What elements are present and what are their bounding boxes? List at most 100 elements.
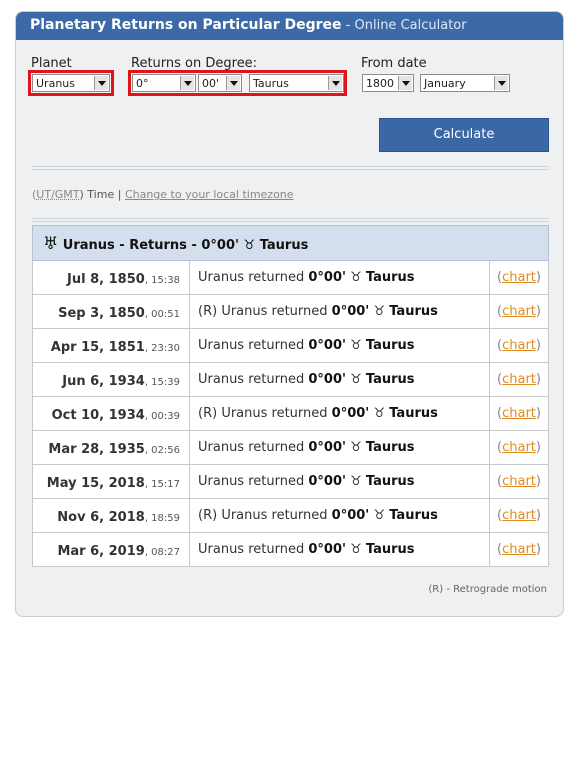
table-row: Oct 10, 1934, 00:39 (R) Uranus returned 0… [32,397,549,431]
return-text: Uranus returned [198,474,305,489]
degree-select[interactable]: 0° [132,74,196,92]
year-select-value: 1800 [366,77,394,90]
return-degree: 0°00' [331,406,370,421]
chevron-down-icon [328,76,342,90]
return-sign: Taurus [365,542,415,557]
chart-cell: (chart) [497,440,541,455]
year-select[interactable]: 1800 [362,74,414,92]
chart-cell: (chart) [497,474,541,489]
return-date: Sep 3, 1850 [58,306,145,321]
return-date: Jul 8, 1850 [67,272,145,287]
results-header: ♅ Uranus - Returns - 0°00' ♉ Taurus [32,225,549,261]
degree-select-value: 0° [136,77,149,90]
return-degree: 0°00' [308,270,346,285]
taurus-symbol-icon: ♉ [350,338,362,353]
description-cell: Uranus returned 0°00' ♉ Taurus [190,363,490,396]
timezone-line: (UT/GMT) Time | Change to your local tim… [32,188,294,201]
return-date: Mar 6, 2019 [57,544,145,559]
table-row: May 15, 2018, 15:17 Uranus returned 0°00'… [32,465,549,499]
return-time: , 15:39 [144,377,180,388]
return-text: Uranus returned [198,542,305,557]
return-text: Uranus returned [198,270,305,285]
return-text: Uranus returned [198,440,305,455]
results-header-sign: Taurus [259,238,309,253]
taurus-symbol-icon: ♉ [350,440,362,455]
planet-select-value: Uranus [36,77,75,90]
description-cell: Uranus returned 0°00' ♉ Taurus [190,329,490,362]
date-cell: Apr 15, 1851, 23:30 [33,329,190,362]
return-time: , 00:39 [144,411,180,422]
planet-label: Planet [31,56,72,71]
return-date: Apr 15, 1851 [50,340,145,355]
calculate-button[interactable]: Calculate [379,118,549,152]
return-time: , 18:59 [144,513,180,524]
table-row: Jul 8, 1850, 15:38 Uranus returned 0°00' … [32,261,549,295]
date-cell: Jun 6, 1934, 15:39 [33,363,190,396]
return-time: , 08:27 [144,547,180,558]
description-cell: Uranus returned 0°00' ♉ Taurus [190,261,490,294]
chart-cell: (chart) [497,270,541,285]
chart-link[interactable]: chart [502,542,536,557]
table-row: Mar 6, 2019, 08:27 Uranus returned 0°00' … [32,533,549,567]
page-subtitle: - Online Calculator [341,18,467,33]
divider [32,218,549,222]
chart-link[interactable]: chart [502,440,536,455]
chart-link[interactable]: chart [502,372,536,387]
chart-link[interactable]: chart [502,508,536,523]
tz-time-label: ) Time | [79,188,122,201]
returns-label: Returns on Degree: [131,56,258,71]
date-cell: Mar 28, 1935, 02:56 [33,431,190,464]
month-select[interactable]: January [420,74,510,92]
change-timezone-link[interactable]: Change to your local timezone [125,188,294,201]
return-sign: Taurus [365,372,415,387]
return-time: , 00:51 [144,309,180,320]
retrograde-footnote: (R) - Retrograde motion [428,584,547,595]
table-row: Apr 15, 1851, 23:30 Uranus returned 0°00'… [32,329,549,363]
minute-select[interactable]: 00' [198,74,242,92]
sign-select-value: Taurus [253,77,289,90]
table-row: Sep 3, 1850, 00:51 (R) Uranus returned 0°… [32,295,549,329]
description-cell: (R) Uranus returned 0°00' ♉ Taurus [190,499,490,532]
date-cell: Nov 6, 2018, 18:59 [33,499,190,532]
taurus-symbol-icon: ♉ [350,474,362,489]
return-sign: Taurus [365,440,415,455]
chevron-down-icon [180,76,194,90]
chart-link[interactable]: chart [502,270,536,285]
return-sign: Taurus [365,270,415,285]
title-bar: Planetary Returns on Particular Degree -… [16,12,563,40]
return-degree: 0°00' [331,508,370,523]
table-row: Jun 6, 1934, 15:39 Uranus returned 0°00' … [32,363,549,397]
return-date: Oct 10, 1934 [51,408,145,423]
return-time: , 02:56 [144,445,180,456]
month-select-value: January [424,77,466,90]
return-date: Nov 6, 2018 [57,510,145,525]
date-cell: Mar 6, 2019, 08:27 [33,533,190,566]
chevron-down-icon [94,76,108,90]
taurus-symbol-icon: ♉ [373,508,386,523]
chart-link[interactable]: chart [502,474,536,489]
return-text: Uranus returned [198,338,305,353]
taurus-symbol-icon: ♉ [350,372,362,387]
description-cell: Uranus returned 0°00' ♉ Taurus [190,431,490,464]
chart-link[interactable]: chart [502,406,536,421]
description-cell: Uranus returned 0°00' ♉ Taurus [190,465,490,498]
return-degree: 0°00' [308,542,346,557]
return-text: Uranus returned [221,304,328,319]
from-date-label: From date [361,56,427,71]
return-sign: Taurus [365,338,415,353]
chart-cell: (chart) [497,406,541,421]
chart-link[interactable]: chart [502,338,536,353]
table-row: Mar 28, 1935, 02:56 Uranus returned 0°00'… [32,431,549,465]
chart-cell: (chart) [497,372,541,387]
chart-link[interactable]: chart [502,304,536,319]
return-text: Uranus returned [198,372,305,387]
chart-cell: (chart) [497,542,541,557]
retrograde-marker: (R) [198,406,222,421]
calculator-panel: Planetary Returns on Particular Degree -… [15,11,564,617]
return-degree: 0°00' [308,440,346,455]
minute-select-value: 00' [202,77,220,90]
return-date: May 15, 2018 [46,476,145,491]
planet-select[interactable]: Uranus [32,74,110,92]
sign-select[interactable]: Taurus [249,74,344,92]
return-sign: Taurus [389,304,438,319]
